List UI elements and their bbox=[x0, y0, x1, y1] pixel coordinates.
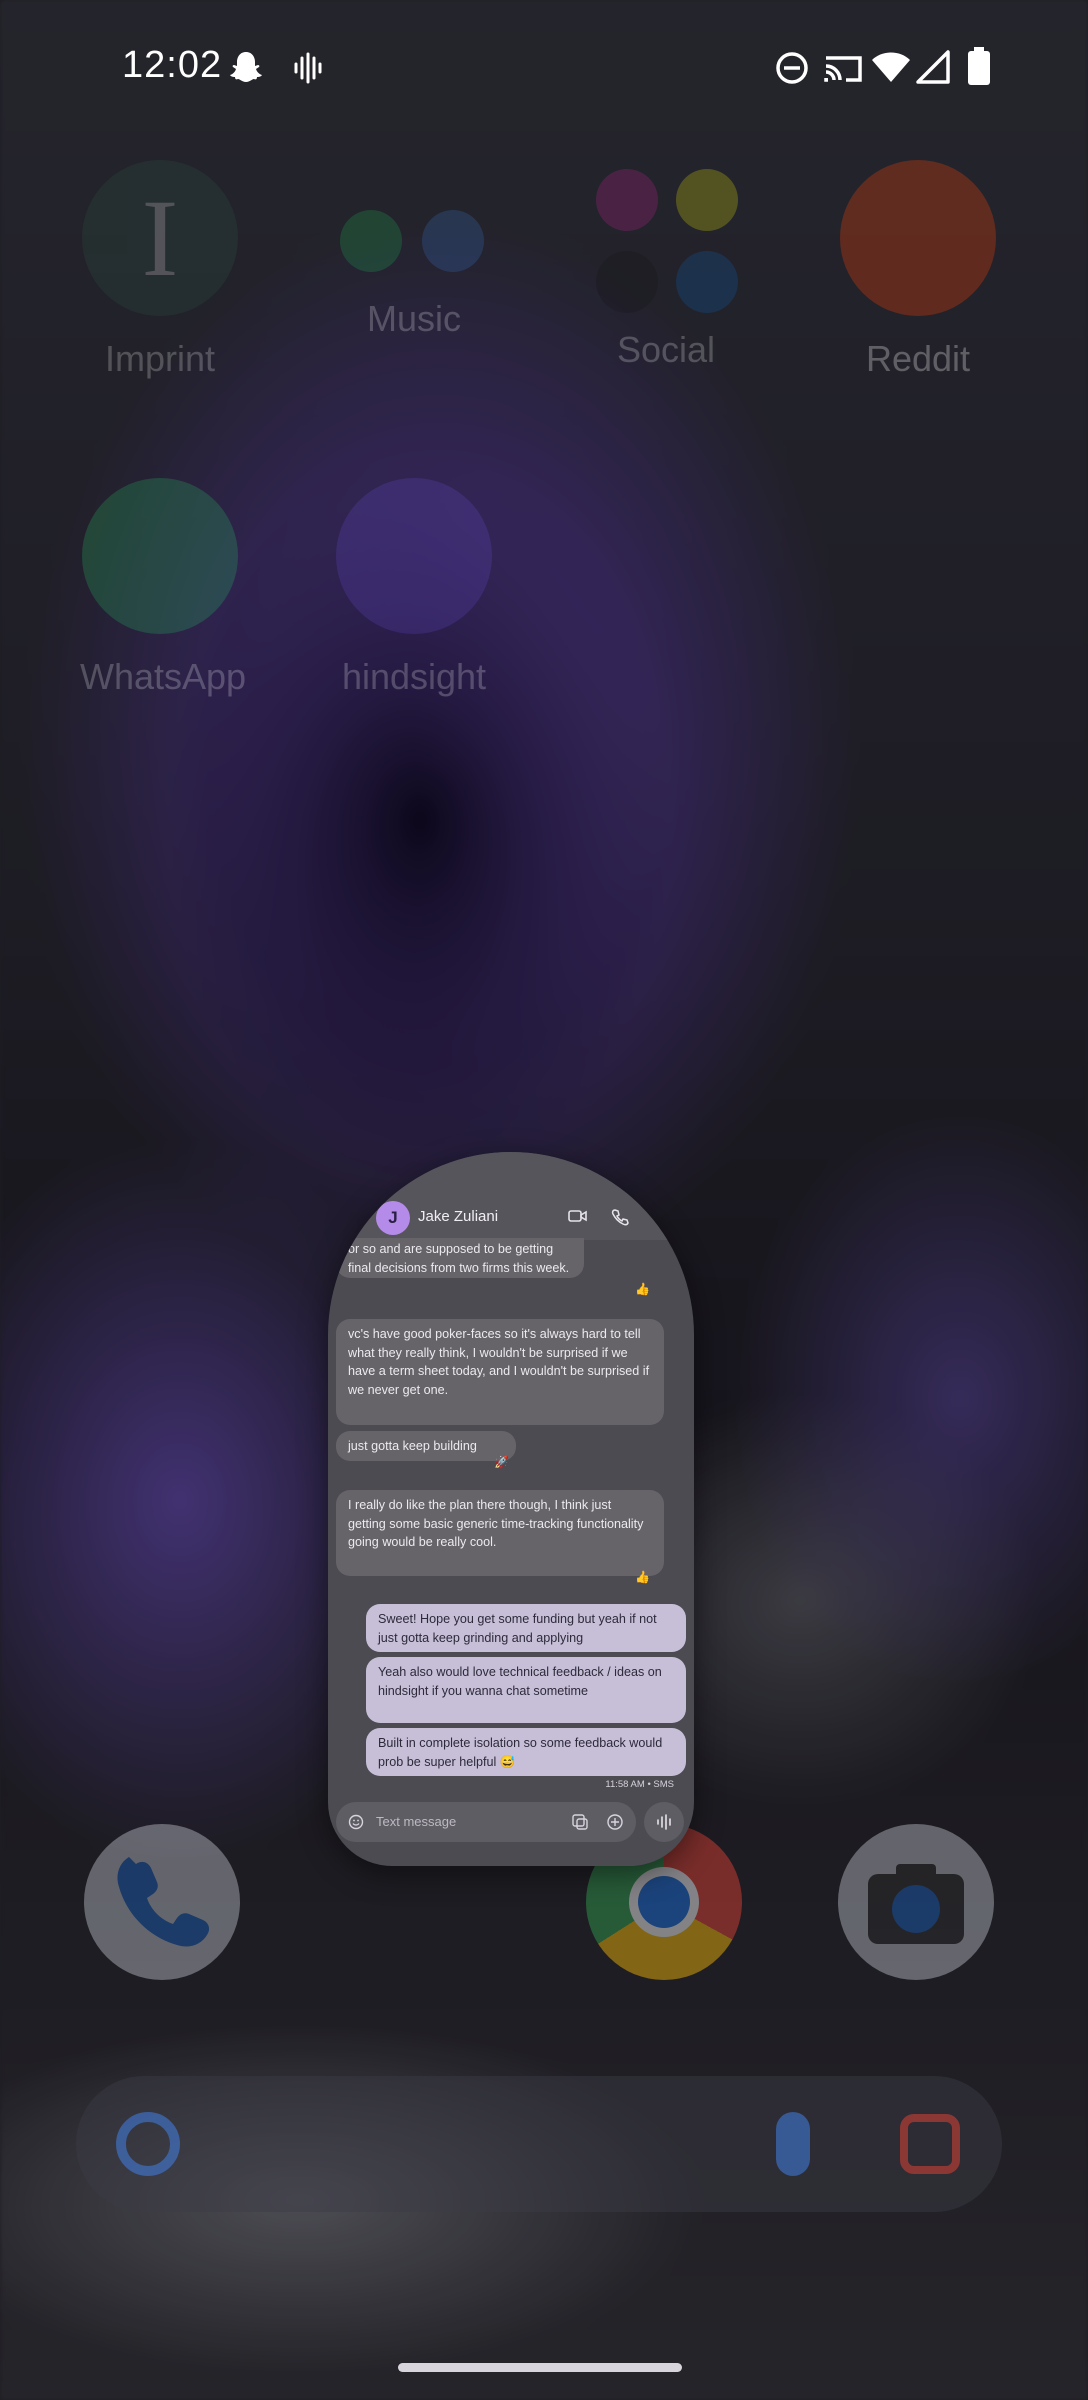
hindsight-icon bbox=[336, 478, 492, 634]
message-composer[interactable]: Text message bbox=[336, 1802, 636, 1842]
app-label: Imprint bbox=[104, 338, 216, 379]
voice-activity-icon bbox=[294, 52, 322, 84]
status-bar: 12:02 bbox=[0, 0, 1088, 140]
search-bar[interactable] bbox=[76, 2076, 1002, 2212]
back-arrow-icon[interactable] bbox=[340, 1208, 358, 1226]
microphone-icon[interactable] bbox=[776, 2112, 810, 2176]
app-label: Reddit bbox=[865, 338, 971, 379]
camera-icon[interactable] bbox=[838, 1824, 994, 1980]
reaction-badge: 👍 bbox=[635, 1570, 650, 1584]
outgoing-message[interactable]: Built in complete isolation so some feed… bbox=[366, 1728, 686, 1776]
cast-icon bbox=[824, 56, 862, 82]
voice-message-button[interactable] bbox=[644, 1802, 684, 1842]
app-folder-music[interactable]: Music bbox=[334, 200, 494, 340]
app-label: Social bbox=[616, 329, 716, 370]
app-label: WhatsApp bbox=[80, 656, 247, 697]
app-label: hindsight bbox=[341, 656, 487, 697]
wifi-icon bbox=[872, 52, 910, 82]
app-folder-social[interactable]: Social bbox=[586, 165, 746, 371]
social-folder-icon bbox=[588, 165, 744, 321]
outgoing-message[interactable]: Sweet! Hope you get some funding but yea… bbox=[366, 1604, 686, 1652]
google-icon bbox=[116, 2112, 180, 2176]
incoming-message[interactable]: vc's have good poker-faces so it's alway… bbox=[336, 1319, 664, 1425]
reddit-icon bbox=[840, 160, 996, 316]
outgoing-message[interactable]: Yeah also would love technical feedback … bbox=[366, 1657, 686, 1723]
do-not-disturb-icon bbox=[776, 52, 808, 84]
battery-icon bbox=[968, 47, 990, 85]
contact-name[interactable]: Jake Zuliani bbox=[418, 1208, 498, 1225]
cell-signal-icon bbox=[916, 50, 950, 84]
text-message-input[interactable]: Text message bbox=[376, 1814, 456, 1829]
phone-icon[interactable] bbox=[84, 1824, 240, 1980]
app-whatsapp[interactable]: WhatsApp bbox=[80, 478, 247, 698]
reaction-badge: 👍 bbox=[635, 1282, 650, 1296]
message-timestamp: 11:58 AM • SMS bbox=[605, 1779, 674, 1790]
waveform-icon bbox=[657, 1814, 671, 1830]
incoming-message[interactable]: I really do like the plan there though, … bbox=[336, 1490, 664, 1576]
clock: 12:02 bbox=[122, 44, 223, 86]
whatsapp-icon bbox=[82, 478, 238, 634]
phone-call-icon[interactable] bbox=[611, 1208, 629, 1226]
reaction-badge: 🚀 bbox=[494, 1455, 509, 1469]
imprint-icon: I bbox=[82, 160, 238, 316]
incoming-message[interactable]: just gotta keep building bbox=[336, 1431, 516, 1461]
app-hindsight[interactable]: hindsight bbox=[334, 478, 494, 698]
video-call-icon[interactable] bbox=[568, 1208, 588, 1224]
gesture-nav-bar[interactable] bbox=[398, 2363, 682, 2372]
lens-icon[interactable] bbox=[900, 2114, 960, 2174]
add-attachment-icon[interactable] bbox=[606, 1813, 624, 1831]
more-options-icon[interactable] bbox=[658, 1208, 666, 1226]
gallery-icon[interactable] bbox=[571, 1813, 589, 1831]
incoming-message[interactable]: or so and are supposed to be getting fin… bbox=[336, 1238, 584, 1278]
emoji-icon[interactable] bbox=[348, 1814, 364, 1830]
snapchat-notification-icon bbox=[230, 52, 262, 82]
app-imprint[interactable]: I Imprint bbox=[80, 160, 240, 380]
app-reddit[interactable]: Reddit bbox=[838, 160, 998, 380]
contact-avatar[interactable]: J bbox=[376, 1201, 410, 1235]
chat-bubble-window[interactable]: J Jake Zuliani or so and are supposed to… bbox=[328, 1152, 694, 1866]
music-folder-icon bbox=[336, 200, 492, 316]
